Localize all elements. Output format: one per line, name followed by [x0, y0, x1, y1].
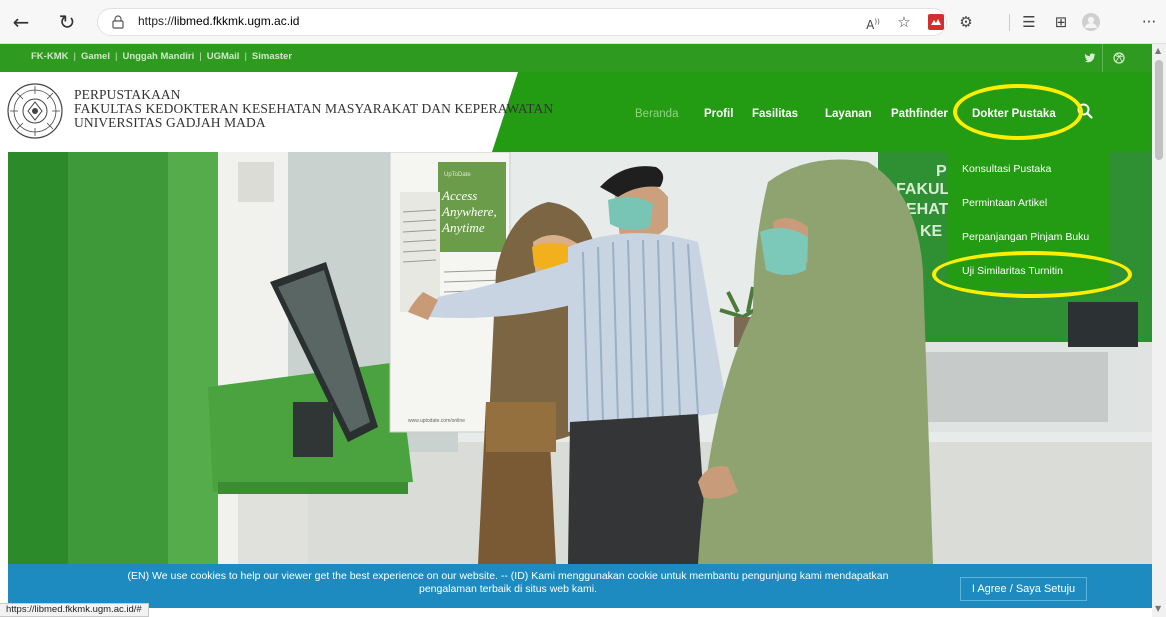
social-divider	[1102, 44, 1103, 72]
dropdown-permintaan-artikel[interactable]: Permintaan Artikel	[962, 197, 1047, 209]
scrollbar-thumb[interactable]	[1155, 60, 1163, 160]
dribbble-icon[interactable]	[1111, 50, 1127, 66]
top-link-strip: FK-KMK | Gamel | Unggah Mandiri | UGMail | Simas…	[0, 44, 1152, 72]
wall-text-0: P	[936, 163, 947, 180]
browser-toolbar: ← ↻ https://libmed.fkkmk.ugm.ac.id A)) ☆…	[0, 0, 1166, 44]
brand-line-1: PERPUSTAKAAN	[74, 87, 181, 102]
nav-beranda[interactable]: Beranda	[635, 108, 678, 120]
brand-line-2: FAKULTAS KEDOKTERAN KESEHATAN MASYARAKAT…	[74, 101, 554, 116]
highlight-oval-dokter-pustaka	[953, 84, 1083, 140]
banner-brand: UpToDate	[444, 172, 471, 178]
url-text: https://libmed.fkkmk.ugm.ac.id	[138, 14, 300, 28]
extensions-puzzle-icon[interactable]: ⚙	[955, 11, 977, 33]
nav-pathfinder[interactable]: Pathfinder	[891, 108, 948, 120]
favorite-star-icon[interactable]: ☆	[893, 11, 915, 33]
back-arrow-icon[interactable]: ←	[10, 11, 32, 33]
dropdown-perpanjangan-pinjam-buku[interactable]: Perpanjangan Pinjam Buku	[962, 231, 1089, 243]
banner-line-2: Anywhere,	[441, 204, 497, 219]
scroll-down-arrow-icon[interactable]: ▼	[1155, 604, 1161, 613]
wall-text-3: KE	[920, 223, 943, 240]
top-link-fkkmk[interactable]: FK-KMK	[31, 51, 68, 62]
extension-icon[interactable]	[925, 11, 947, 33]
toolbar-divider	[1009, 14, 1010, 31]
top-link-simaster[interactable]: Simaster	[252, 51, 292, 62]
top-links: FK-KMK | Gamel | Unggah Mandiri | UGMail | Simas…	[31, 51, 293, 62]
cookie-agree-button[interactable]: I Agree / Saya Setuju	[960, 577, 1087, 601]
read-aloud-icon[interactable]: A))	[862, 11, 884, 33]
cookie-line-2: pengalaman terbaik di situs web kami.	[418, 583, 597, 595]
address-bar[interactable]: https://libmed.fkkmk.ugm.ac.id	[97, 8, 947, 36]
top-link-unggah-mandiri[interactable]: Unggah Mandiri	[122, 51, 194, 62]
banner-line-1: Access	[441, 188, 477, 203]
highlight-oval-turnitin	[932, 251, 1132, 298]
refresh-icon[interactable]: ↻	[56, 11, 78, 33]
library-brand[interactable]: PERPUSTAKAAN FAKULTAS KEDOKTERAN KESEHAT…	[74, 88, 553, 130]
more-menu-icon[interactable]: ···	[1138, 11, 1160, 33]
favorites-list-icon[interactable]: ☰	[1018, 11, 1040, 33]
wall-text-2: EHAT	[906, 201, 949, 218]
top-link-gamel[interactable]: Gamel	[81, 51, 110, 62]
nav-profil[interactable]: Profil	[704, 108, 733, 120]
cookie-message: (EN) We use cookies to help our viewer g…	[68, 570, 948, 596]
scroll-up-arrow-icon[interactable]: ▲	[1155, 46, 1161, 55]
nav-layanan[interactable]: Layanan	[825, 108, 872, 120]
dropdown-konsultasi-pustaka[interactable]: Konsultasi Pustaka	[962, 163, 1051, 175]
brand-line-3: UNIVERSITAS GADJAH MADA	[74, 115, 266, 130]
nav-fasilitas[interactable]: Fasilitas	[752, 108, 798, 120]
profile-avatar-icon[interactable]	[1080, 11, 1102, 33]
cookie-line-1: (EN) We use cookies to help our viewer g…	[127, 570, 889, 582]
status-bar-url: https://libmed.fkkmk.ugm.ac.id/#	[0, 603, 149, 617]
top-link-ugmail[interactable]: UGMail	[207, 51, 240, 62]
twitter-icon[interactable]	[1082, 50, 1098, 66]
collections-icon[interactable]: ⊞	[1050, 11, 1072, 33]
banner-line-3: Anytime	[441, 220, 485, 235]
lock-icon	[112, 15, 124, 29]
banner-url: www.uptodate.com/online	[408, 418, 465, 424]
ugm-logo-icon[interactable]	[6, 82, 64, 140]
cookie-consent-bar: (EN) We use cookies to help our viewer g…	[8, 564, 1152, 608]
